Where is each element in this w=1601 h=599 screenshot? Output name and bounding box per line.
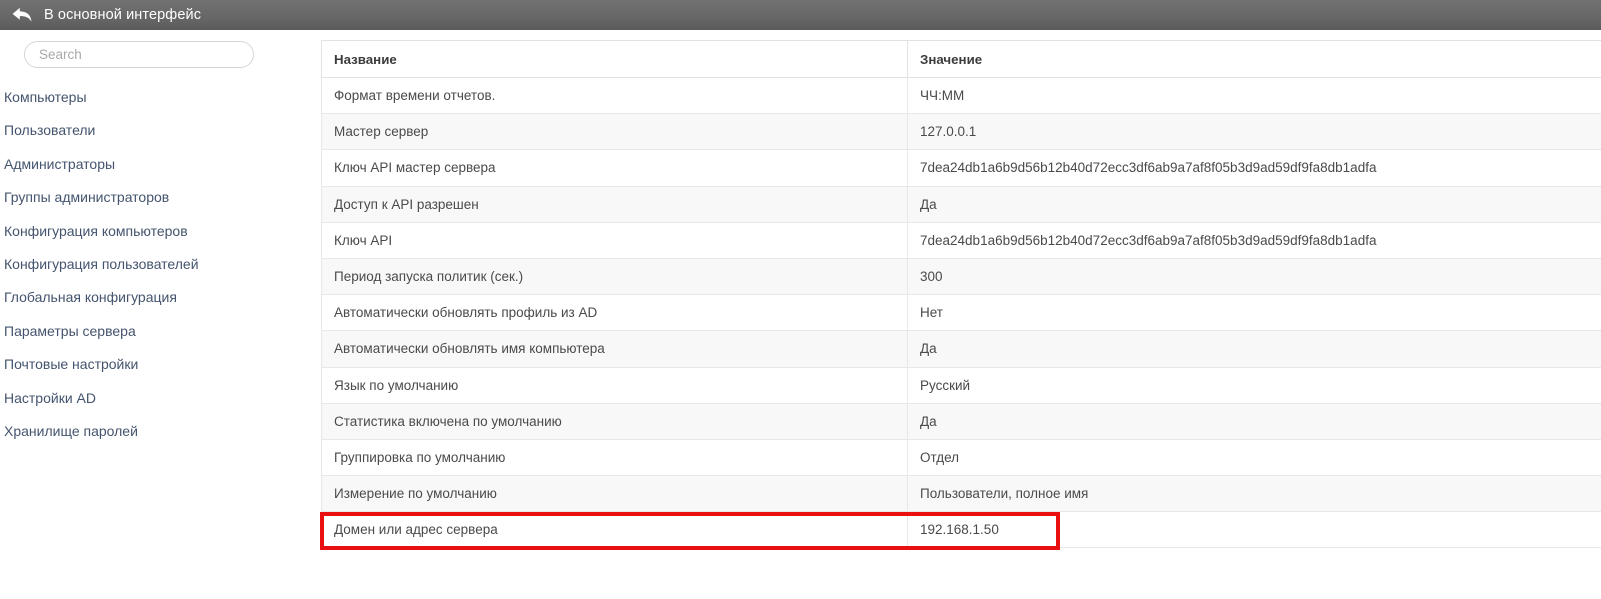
setting-value-cell: 127.0.0.1 <box>907 113 1601 151</box>
setting-name-cell: Язык по умолчанию <box>321 367 908 404</box>
settings-table: Название Значение Формат времени отчетов… <box>321 40 1601 549</box>
setting-name-cell: Измерение по умолчанию <box>321 475 908 513</box>
search-container <box>0 30 320 68</box>
table-row[interactable]: Группировка по умолчанию Отдел <box>321 439 1601 477</box>
top-bar: В основной интерфейс <box>0 0 1601 30</box>
setting-name-cell: Домен или адрес сервера <box>321 511 908 549</box>
setting-name-cell: Группировка по умолчанию <box>321 439 908 477</box>
setting-value-cell: Русский <box>907 367 1601 404</box>
setting-name-cell: Автоматически обновлять профиль из AD <box>321 294 908 332</box>
sidebar-item-users[interactable]: Пользователи <box>0 114 320 147</box>
table-body: Формат времени отчетов. ЧЧ:ММ Мастер серве… <box>321 77 1601 549</box>
setting-name-cell: Автоматически обновлять имя компьютера <box>321 330 908 368</box>
table-row[interactable]: Ключ API мастер сервера 7dea24db1a6b9d56b… <box>321 149 1601 187</box>
setting-value-cell: Пользователи, полное имя <box>907 475 1601 513</box>
back-arrow-icon[interactable] <box>11 5 33 25</box>
sidebar-item-mail-settings[interactable]: Почтовые настройки <box>0 348 320 381</box>
setting-value-cell: 7dea24db1a6b9d56b12b40d72ecc3df6ab9a7af8… <box>907 222 1601 259</box>
column-header-name[interactable]: Название <box>321 40 908 78</box>
sidebar-item-ad-settings[interactable]: Настройки AD <box>0 382 320 415</box>
setting-value-cell: Да <box>907 403 1601 440</box>
table-header: Название Значение <box>321 40 1601 78</box>
setting-name-cell: Доступ к API разрешен <box>321 186 908 223</box>
setting-value-cell: 300 <box>907 258 1601 296</box>
sidebar-item-computer-config[interactable]: Конфигурация компьютеров <box>0 215 320 248</box>
setting-value-cell: Да <box>907 186 1601 223</box>
table-row[interactable]: Ключ API 7dea24db1a6b9d56b12b40d72ecc3df6… <box>321 222 1601 259</box>
setting-value-cell: Отдел <box>907 439 1601 477</box>
setting-name-cell: Мастер сервер <box>321 113 908 151</box>
setting-name-cell: Формат времени отчетов. <box>321 77 908 115</box>
table-row[interactable]: Домен или адрес сервера 192.168.1.50 <box>321 511 1601 549</box>
setting-name-cell: Ключ API мастер сервера <box>321 149 908 187</box>
column-header-value[interactable]: Значение <box>907 40 1601 78</box>
sidebar-item-administrators[interactable]: Администраторы <box>0 148 320 181</box>
sidebar-nav: Компьютеры Пользователи Администраторы Г… <box>0 81 320 448</box>
setting-name-cell: Ключ API <box>321 222 908 259</box>
sidebar-item-user-config[interactable]: Конфигурация пользователей <box>0 248 320 281</box>
table-row[interactable]: Доступ к API разрешен Да <box>321 186 1601 223</box>
table-row[interactable]: Автоматически обновлять профиль из AD Нет <box>321 294 1601 332</box>
table-header-row: Название Значение <box>321 40 1601 78</box>
table-row[interactable]: Период запуска политик (сек.) 300 <box>321 258 1601 296</box>
sidebar: Компьютеры Пользователи Администраторы Г… <box>0 30 320 599</box>
sidebar-item-computers[interactable]: Компьютеры <box>0 81 320 114</box>
sidebar-item-server-parameters[interactable]: Параметры сервера <box>0 315 320 348</box>
table-row[interactable]: Статистика включена по умолчанию Да <box>321 403 1601 440</box>
table-row[interactable]: Измерение по умолчанию Пользователи, полн… <box>321 475 1601 513</box>
sidebar-item-global-config[interactable]: Глобальная конфигурация <box>0 281 320 314</box>
sidebar-item-admin-groups[interactable]: Группы администраторов <box>0 181 320 214</box>
setting-value-cell: Да <box>907 330 1601 368</box>
search-input[interactable] <box>24 41 254 68</box>
settings-table-area: Название Значение Формат времени отчетов… <box>321 40 1601 549</box>
sidebar-item-password-storage[interactable]: Хранилище паролей <box>0 415 320 448</box>
setting-value-cell: 7dea24db1a6b9d56b12b40d72ecc3df6ab9a7af8… <box>907 149 1601 187</box>
table-row[interactable]: Мастер сервер 127.0.0.1 <box>321 113 1601 151</box>
table-row[interactable]: Формат времени отчетов. ЧЧ:ММ <box>321 77 1601 115</box>
table-row[interactable]: Язык по умолчанию Русский <box>321 367 1601 404</box>
setting-name-cell: Период запуска политик (сек.) <box>321 258 908 296</box>
setting-name-cell: Статистика включена по умолчанию <box>321 403 908 440</box>
table-row[interactable]: Автоматически обновлять имя компьютера Да <box>321 330 1601 368</box>
setting-value-cell: Нет <box>907 294 1601 332</box>
back-to-main-label[interactable]: В основной интерфейс <box>44 7 201 23</box>
setting-value-cell: 192.168.1.50 <box>907 511 1601 549</box>
setting-value-cell: ЧЧ:ММ <box>907 77 1601 115</box>
